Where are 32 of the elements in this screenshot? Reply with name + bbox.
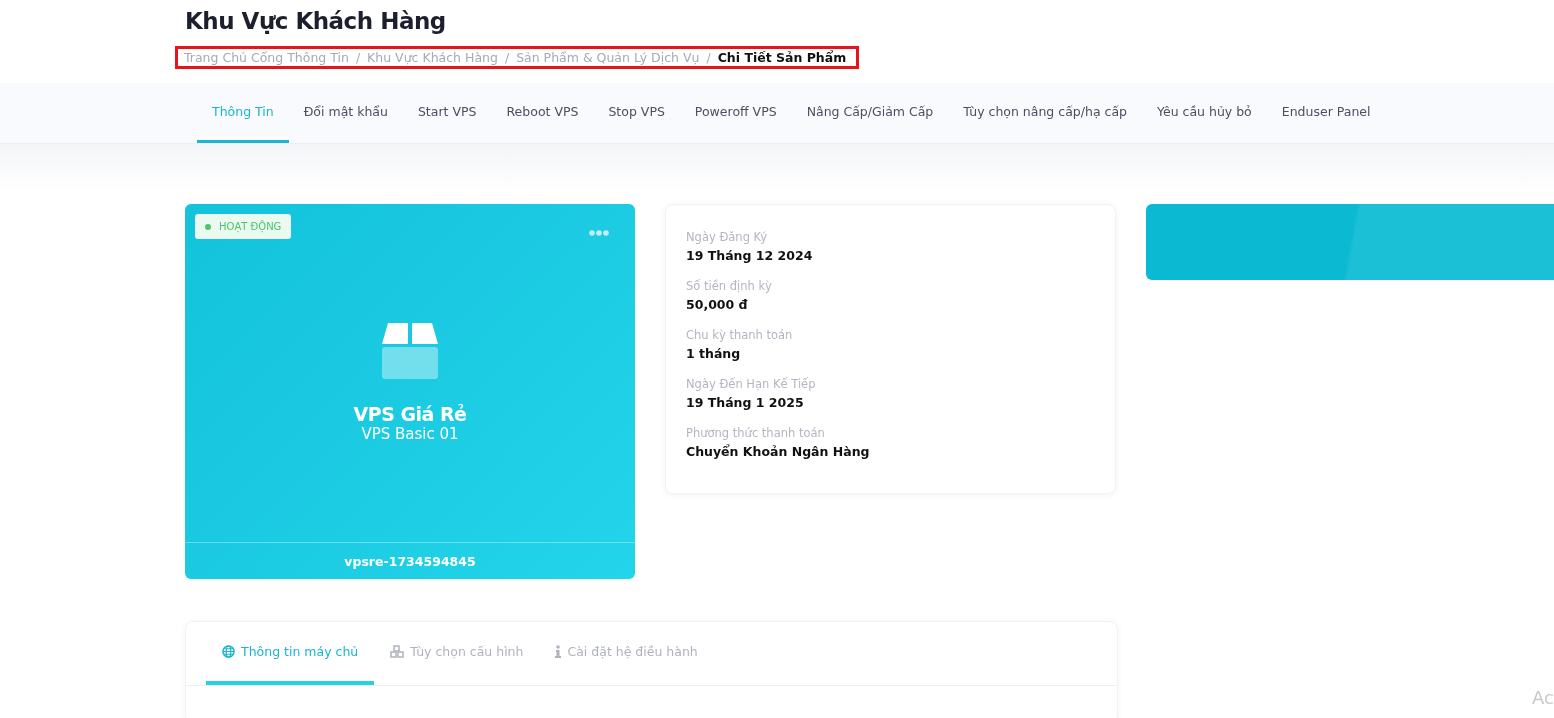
detail-label: Chu kỳ thanh toán	[686, 328, 794, 342]
product-plan: VPS Basic 01	[361, 425, 459, 443]
detail-value: Chuyển Khoản Ngân Hàng	[686, 444, 871, 459]
more-icon[interactable]	[589, 230, 609, 236]
detail-label: Ngày Đến Hạn Kế Tiếp	[686, 377, 817, 391]
nav-tab[interactable]: Poweroff VPS	[679, 83, 792, 143]
breadcrumb-separator: /	[355, 50, 361, 65]
status-text: HOẠT ĐỘNG	[219, 221, 282, 232]
detail-value: 50,000 đ	[686, 297, 749, 312]
nav-tab[interactable]: Tùy chọn nâng cấp/hạ cấp	[948, 83, 1142, 143]
detail-value: 1 tháng	[686, 346, 742, 361]
nav-tab[interactable]: Đổi mật khẩu	[288, 83, 403, 143]
detail-label: Phương thức thanh toán	[686, 426, 826, 440]
page-title: Khu Vực Khách Hàng	[185, 8, 447, 34]
breadcrumb-separator: /	[504, 50, 510, 65]
nav-tab[interactable]: Stop VPS	[593, 83, 680, 143]
hostname: vpsre-1734594845	[185, 542, 635, 579]
product-name: VPS Giá Rẻ	[353, 403, 467, 425]
detail-value: 19 Tháng 12 2024	[686, 248, 814, 263]
nav-tab[interactable]: Start VPS	[402, 83, 492, 143]
nav-tab[interactable]: Reboot VPS	[491, 83, 594, 143]
breadcrumb-separator: /	[706, 50, 711, 65]
box-icon	[382, 323, 438, 379]
nav-tab[interactable]: Nâng Cấp/Giảm Cấp	[791, 83, 949, 143]
detail-value: 19 Tháng 1 2025	[686, 395, 805, 410]
detail-label: Ngày Đăng Ký	[686, 230, 769, 244]
info-icon	[555, 645, 562, 658]
globe-icon	[222, 645, 235, 658]
cubes-icon	[390, 645, 405, 658]
nav-tab[interactable]: Yêu cầu hủy bỏ	[1142, 83, 1267, 143]
nav-tab[interactable]: Enduser Panel	[1266, 83, 1386, 143]
detail-label: Số tiền định kỳ	[686, 279, 773, 293]
